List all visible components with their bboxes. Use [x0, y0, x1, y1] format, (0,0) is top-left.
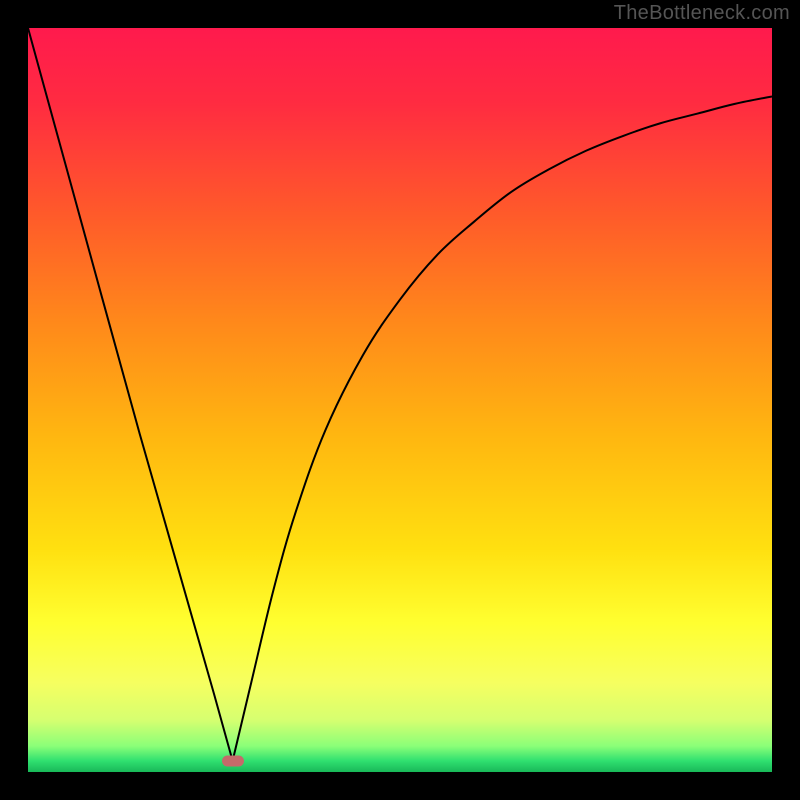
chart-frame: TheBottleneck.com — [0, 0, 800, 800]
optimum-marker — [222, 755, 244, 766]
plot-svg — [28, 28, 772, 772]
gradient-background — [28, 28, 772, 772]
watermark-text: TheBottleneck.com — [614, 2, 790, 25]
plot-area — [28, 28, 772, 772]
